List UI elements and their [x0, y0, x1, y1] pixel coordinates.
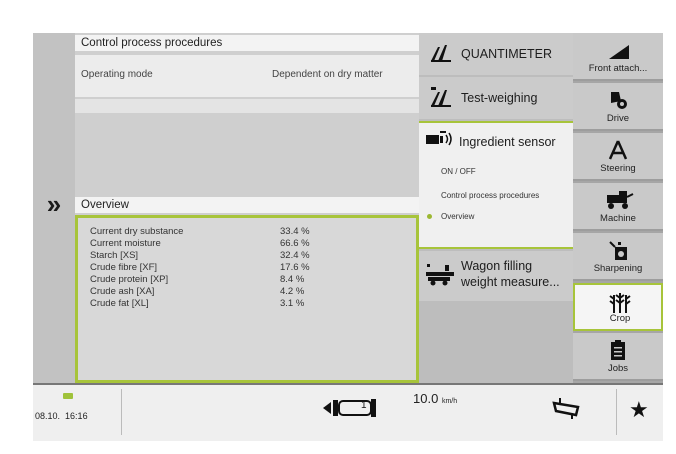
operating-mode-value: Dependent on dry matter	[272, 69, 383, 80]
front-attachment-icon	[609, 45, 629, 59]
quantimeter-icon	[431, 45, 451, 62]
overview-section-title: Overview	[75, 197, 419, 213]
overview-value: 8.4 %	[280, 274, 305, 285]
right-item-steering[interactable]: Steering	[573, 133, 663, 181]
status-indicator	[63, 393, 73, 399]
list-item: Crude ash [XA] 4.2 %	[90, 286, 390, 298]
ingredient-sensor-label: Ingredient sensor	[459, 135, 556, 149]
right-menu: Front attach... Drive Steering Machine S…	[573, 33, 663, 383]
overview-label: Starch [XS]	[90, 250, 139, 261]
test-weighing-item[interactable]: Test-weighing	[419, 77, 573, 119]
overview-label: Crude fat [XL]	[90, 298, 149, 309]
sub-item-on-off[interactable]: ON / OFF	[441, 167, 476, 176]
gear-number: 1	[361, 400, 367, 411]
overview-value: 32.4 %	[280, 250, 310, 261]
test-weighing-label: Test-weighing	[461, 91, 538, 105]
list-item: Current dry substance 33.4 %	[90, 226, 390, 238]
right-item-label: Crop	[609, 313, 631, 324]
steering-icon	[608, 140, 628, 160]
status-bar: 08.10. 16:16 1 10.0 km/h ★	[33, 383, 663, 441]
overview-label: Crude ash [XA]	[90, 286, 155, 297]
list-item: Crude protein [XP] 8.4 %	[90, 274, 390, 286]
right-item-drive[interactable]: Drive	[573, 83, 663, 131]
list-item: Crude fat [XL] 3.1 %	[90, 298, 390, 310]
wagon-filling-label-line1: Wagon filling	[461, 259, 533, 273]
ingredient-sensor-icon	[426, 131, 452, 146]
overview-label: Crude fibre [XF]	[90, 262, 158, 273]
crop-icon	[609, 293, 631, 313]
function-menu: QUANTIMETER Test-weighing Ingredient sen…	[419, 33, 573, 383]
date-label: 08.10.	[35, 411, 61, 421]
operating-mode-row[interactable]: Operating mode Dependent on dry matter	[75, 55, 419, 97]
overview-label: Current dry substance	[90, 226, 184, 237]
favorites-star-icon[interactable]: ★	[629, 397, 649, 423]
wagon-filling-label-line2: weight measure...	[461, 275, 560, 289]
right-item-front-attach[interactable]: Front attach...	[573, 33, 663, 81]
list-item: Starch [XS] 32.4 %	[90, 250, 390, 262]
ingredient-sensor-item[interactable]: Ingredient sensor ON / OFF Control proce…	[419, 121, 573, 249]
list-item: Crude fibre [XF] 17.6 %	[90, 262, 390, 274]
terminal-screen: » Control process procedures Operating m…	[33, 33, 663, 441]
overview-value: 66.6 %	[280, 238, 310, 249]
right-item-jobs[interactable]: Jobs	[573, 333, 663, 381]
machine-icon	[607, 191, 634, 209]
speed-value: 10.0	[413, 391, 439, 406]
right-item-label: Machine	[600, 213, 636, 224]
main-panel: Control process procedures Operating mod…	[75, 33, 419, 383]
jobs-icon	[611, 340, 625, 360]
speed-readout: 10.0 km/h	[413, 391, 457, 406]
wagon-filling-icon	[426, 264, 454, 286]
test-weighing-icon	[431, 87, 451, 107]
drive-icon	[611, 92, 627, 109]
divider	[616, 389, 617, 435]
right-item-crop[interactable]: Crop	[573, 283, 663, 331]
right-item-machine[interactable]: Machine	[573, 183, 663, 231]
list-item: Current moisture 66.6 %	[90, 238, 390, 250]
double-chevron-right-icon[interactable]: »	[39, 189, 69, 219]
wagon-tilt-icon[interactable]	[551, 395, 581, 421]
date-time: 08.10. 16:16	[35, 411, 88, 421]
right-item-label: Front attach...	[588, 63, 648, 74]
active-indicator-dot	[427, 214, 432, 219]
sharpening-icon	[609, 241, 627, 260]
right-item-label: Drive	[606, 113, 630, 124]
operating-mode-label: Operating mode	[81, 69, 153, 80]
right-item-label: Steering	[600, 163, 636, 174]
gear-indicator-icon	[323, 399, 376, 417]
left-strip: »	[33, 33, 75, 383]
overview-value: 33.4 %	[280, 226, 310, 237]
right-item-sharpening[interactable]: Sharpening	[573, 233, 663, 281]
quantimeter-label: QUANTIMETER	[461, 47, 552, 61]
time-label: 16:16	[65, 411, 88, 421]
speed-unit: km/h	[441, 398, 458, 405]
control-section-title: Control process procedures	[75, 35, 419, 51]
right-item-label: Sharpening	[593, 263, 643, 274]
sub-item-overview[interactable]: Overview	[441, 212, 474, 221]
overview-box: Current dry substance 33.4 % Current mois…	[75, 215, 419, 383]
overview-value: 4.2 %	[280, 286, 305, 297]
overview-value: 3.1 %	[280, 298, 305, 309]
overview-label: Current moisture	[90, 238, 161, 249]
wagon-filling-item[interactable]: Wagon filling weight measure...	[419, 251, 573, 301]
overview-label: Crude protein [XP]	[90, 274, 169, 285]
quantimeter-item[interactable]: QUANTIMETER	[419, 33, 573, 75]
right-item-label: Jobs	[607, 363, 629, 374]
sub-item-control-procedures[interactable]: Control process procedures	[441, 191, 539, 200]
divider	[121, 389, 122, 435]
overview-value: 17.6 %	[280, 262, 310, 273]
divider-row	[75, 99, 419, 113]
